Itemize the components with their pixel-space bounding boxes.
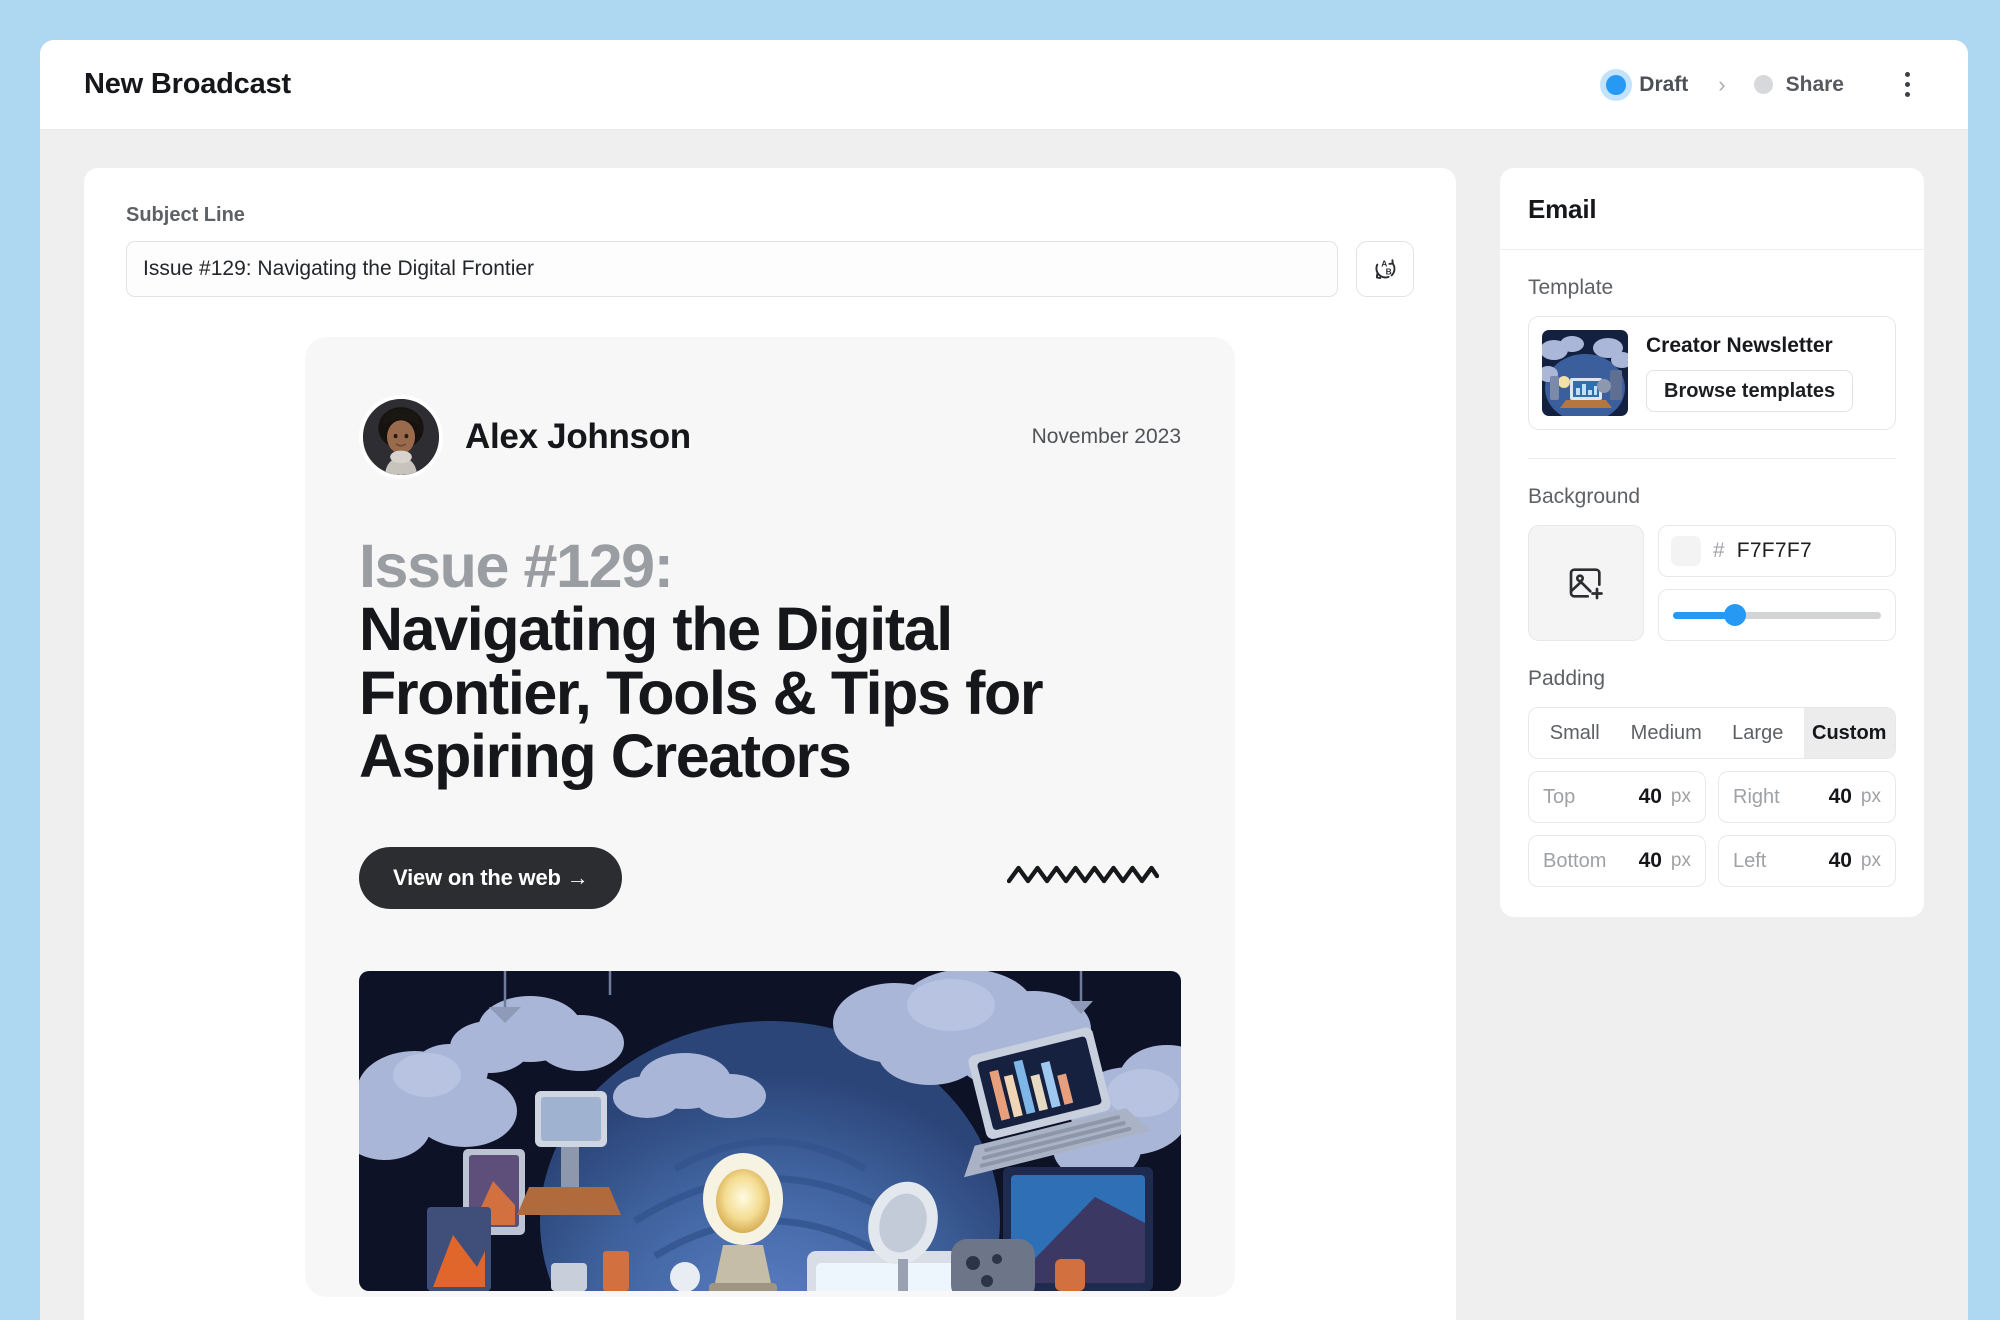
- template-card[interactable]: Creator Newsletter Browse templates: [1528, 316, 1896, 430]
- hash-symbol: #: [1713, 539, 1725, 563]
- sidebar-title: Email: [1528, 194, 1896, 225]
- slider-thumb[interactable]: [1724, 604, 1746, 626]
- issue-date: November 2023: [1032, 425, 1181, 449]
- padding-right-value[interactable]: 40: [1829, 785, 1852, 809]
- editor-card: Subject Line A B: [84, 168, 1456, 1320]
- template-name: Creator Newsletter: [1646, 334, 1853, 358]
- padding-fields: Top 40 px Right 40 px Bottom 40 px: [1528, 771, 1896, 917]
- step-draft-label: Draft: [1639, 73, 1688, 97]
- cta-row: View on the web →: [359, 847, 1181, 909]
- padding-left-value[interactable]: 40: [1829, 849, 1852, 873]
- padding-left-label: Left: [1733, 850, 1829, 873]
- svg-text:B: B: [1386, 267, 1392, 277]
- kebab-menu-icon[interactable]: [1890, 68, 1924, 102]
- sidebar-header: Email: [1500, 168, 1924, 250]
- background-hex-value[interactable]: F7F7F7: [1737, 539, 1812, 563]
- app-header: New Broadcast Draft › Share: [40, 40, 1968, 130]
- padding-right-label: Right: [1733, 786, 1829, 809]
- background-right: # F7F7F7: [1658, 525, 1896, 641]
- step-share-label: Share: [1786, 73, 1844, 97]
- subject-input[interactable]: [126, 241, 1338, 297]
- preview-header: Alex Johnson November 2023: [359, 395, 1181, 479]
- padding-label: Padding: [1528, 667, 1896, 691]
- add-image-icon[interactable]: [1528, 525, 1644, 641]
- background-color-field[interactable]: # F7F7F7: [1658, 525, 1896, 577]
- padding-right-unit: px: [1861, 786, 1881, 808]
- padding-top-field[interactable]: Top 40 px: [1528, 771, 1706, 823]
- padding-section: Padding Small Medium Large Custom Top 40…: [1500, 641, 1924, 917]
- background-controls: # F7F7F7: [1528, 525, 1896, 641]
- template-thumbnail: [1542, 330, 1628, 416]
- padding-bottom-label: Bottom: [1543, 850, 1639, 873]
- hero-illustration: [359, 971, 1181, 1291]
- padding-preset-group: Small Medium Large Custom: [1528, 707, 1896, 759]
- background-opacity-slider[interactable]: [1658, 589, 1896, 641]
- padding-left-field[interactable]: Left 40 px: [1718, 835, 1896, 887]
- background-section: Background # F7F: [1500, 459, 1924, 641]
- padding-right-field[interactable]: Right 40 px: [1718, 771, 1896, 823]
- header-actions: Draft › Share: [1600, 68, 1924, 102]
- padding-bottom-field[interactable]: Bottom 40 px: [1528, 835, 1706, 887]
- app-window: New Broadcast Draft › Share Subject Line: [40, 40, 1968, 1320]
- padding-bottom-unit: px: [1671, 850, 1691, 872]
- template-section: Template: [1500, 250, 1924, 430]
- avatar: [359, 395, 443, 479]
- author-block: Alex Johnson: [359, 395, 691, 479]
- padding-preset-large[interactable]: Large: [1712, 708, 1804, 758]
- issue-number: Issue #129:: [359, 535, 1181, 598]
- app-body: Subject Line A B: [40, 130, 1968, 1320]
- headline-text: Navigating the Digital Frontier, Tools &…: [359, 595, 1042, 790]
- slider-track[interactable]: [1673, 612, 1881, 619]
- padding-preset-medium[interactable]: Medium: [1621, 708, 1713, 758]
- padding-bottom-value[interactable]: 40: [1639, 849, 1662, 873]
- step-share-dot: [1754, 75, 1773, 94]
- padding-preset-custom[interactable]: Custom: [1804, 708, 1896, 758]
- page-title: New Broadcast: [84, 68, 291, 101]
- ab-test-icon[interactable]: A B: [1356, 241, 1414, 297]
- step-draft[interactable]: Draft: [1600, 73, 1694, 97]
- padding-preset-small[interactable]: Small: [1529, 708, 1621, 758]
- preview-headline: Issue #129:Navigating the Digital Fronti…: [359, 535, 1181, 789]
- step-share[interactable]: Share: [1748, 73, 1850, 97]
- color-swatch[interactable]: [1671, 536, 1701, 566]
- step-draft-dot: [1606, 75, 1626, 95]
- email-settings-sidebar: Email Template: [1500, 168, 1924, 917]
- template-label: Template: [1528, 276, 1896, 300]
- padding-left-unit: px: [1861, 850, 1881, 872]
- padding-top-label: Top: [1543, 786, 1639, 809]
- view-on-web-button[interactable]: View on the web →: [359, 847, 622, 909]
- browse-templates-button[interactable]: Browse templates: [1646, 370, 1853, 412]
- padding-top-value[interactable]: 40: [1639, 785, 1662, 809]
- chevron-right-icon: ›: [1718, 74, 1725, 96]
- email-preview[interactable]: Alex Johnson November 2023 Issue #129:Na…: [305, 337, 1235, 1297]
- padding-top-unit: px: [1671, 786, 1691, 808]
- background-label: Background: [1528, 485, 1896, 509]
- template-info: Creator Newsletter Browse templates: [1646, 334, 1853, 412]
- zigzag-divider-icon: [1007, 861, 1159, 894]
- subject-line-label: Subject Line: [126, 204, 1414, 227]
- author-name: Alex Johnson: [465, 417, 691, 457]
- subject-row: A B: [126, 241, 1414, 297]
